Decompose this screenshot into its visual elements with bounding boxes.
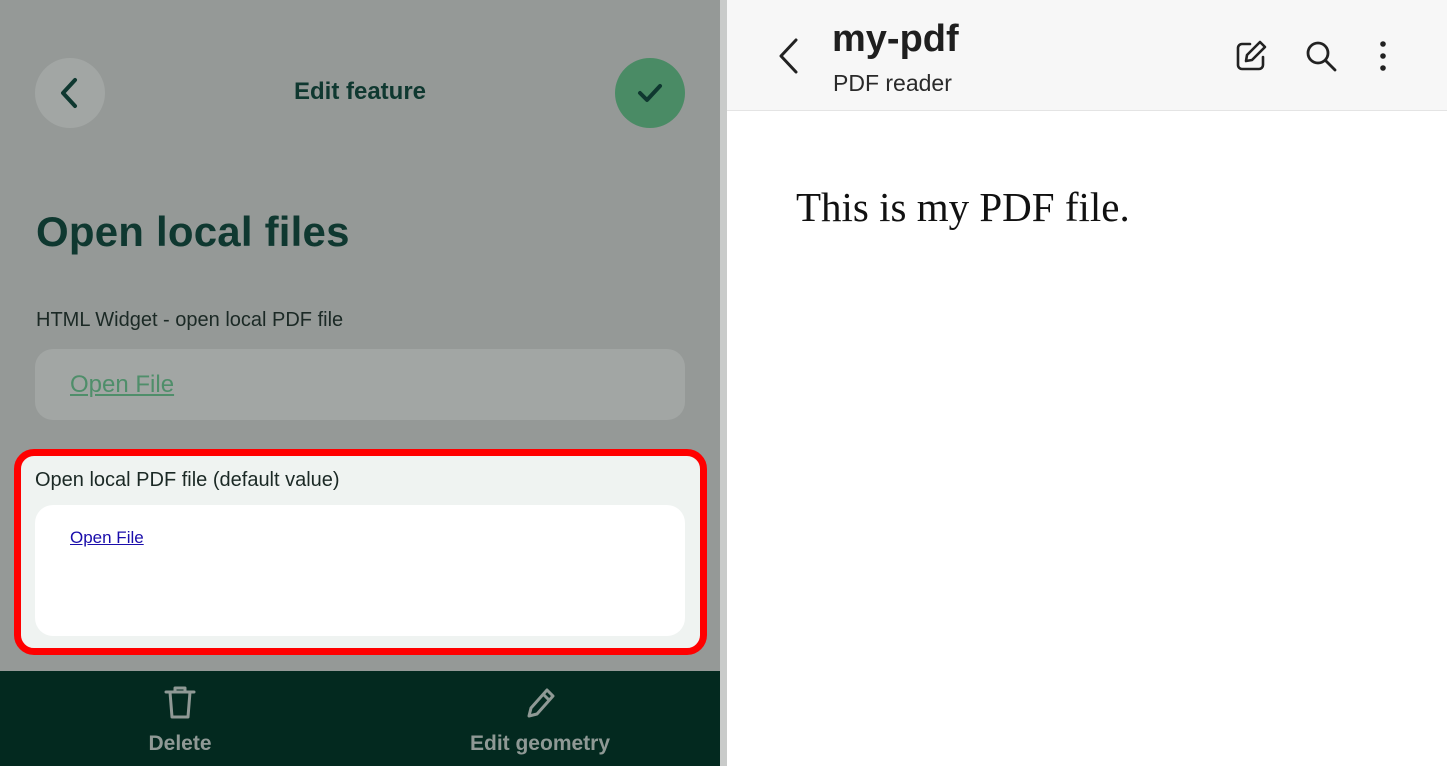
app-subtitle: PDF reader [833,70,952,96]
html-widget-label: HTML Widget - open local PDF file [36,309,344,331]
delete-button[interactable]: Delete [0,671,360,766]
trash-icon [164,686,196,719]
check-icon [638,84,662,102]
html-widget: Open File [35,349,685,420]
edit-geometry-label: Edit geometry [469,732,611,755]
open-file-default-link[interactable]: Open File [70,528,144,548]
split-divider[interactable] [720,0,727,766]
screen: Edit feature Open local files HTML Widge… [0,0,1447,766]
edit-icon [1236,40,1267,71]
reader-app-bar: my-pdf PDF reader [727,0,1447,111]
bottom-toolbar: Delete Edit geometry [0,671,720,766]
more-options-button[interactable] [1363,36,1403,76]
page-title: Open local files [36,208,350,255]
delete-label: Delete [148,732,212,755]
back-button[interactable] [35,58,105,128]
edit-button[interactable] [1231,36,1271,76]
pencil-icon [527,688,555,718]
edit-feature-pane: Edit feature Open local files HTML Widge… [0,0,720,766]
search-icon [1306,41,1337,72]
default-field-widget: Open File [35,505,685,636]
default-field-label: Open local PDF file (default value) [35,469,340,491]
chevron-left-icon [779,38,798,74]
open-file-link[interactable]: Open File [70,371,174,399]
highlighted-field: Open local PDF file (default value) Open… [14,449,707,655]
save-button[interactable] [615,58,685,128]
chevron-left-icon [61,78,77,108]
search-button[interactable] [1301,36,1341,76]
reader-back-button[interactable] [771,34,807,78]
header-title: Edit feature [293,78,427,105]
more-vert-icon [1380,41,1386,71]
pdf-page-text: This is my PDF file. [796,184,1130,230]
pdf-reader-pane: my-pdf PDF reader This is my PDF file. [727,0,1447,766]
document-title: my-pdf [832,18,959,60]
edit-geometry-button[interactable]: Edit geometry [360,671,720,766]
